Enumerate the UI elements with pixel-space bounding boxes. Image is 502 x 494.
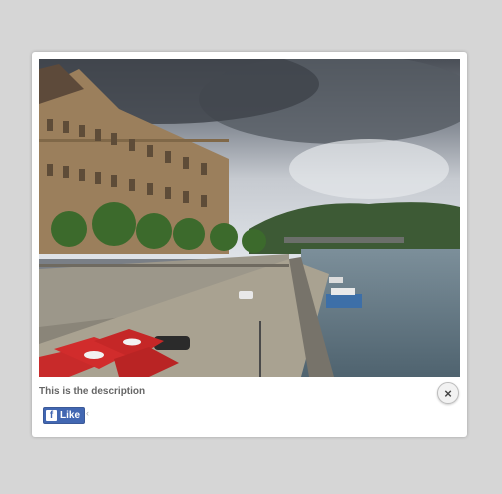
lightbox: This is the description × f Like ‹ xyxy=(32,52,467,437)
facebook-icon: f xyxy=(46,410,57,421)
close-icon: × xyxy=(444,385,452,401)
like-count-bubble: ‹ xyxy=(86,408,89,418)
like-label: Like xyxy=(60,410,81,421)
photo-description: This is the description xyxy=(39,386,146,397)
close-button[interactable]: × xyxy=(437,382,459,404)
lightbox-photo xyxy=(39,59,460,377)
facebook-like-button[interactable]: f Like xyxy=(43,407,86,424)
city-river-photo xyxy=(39,59,460,377)
